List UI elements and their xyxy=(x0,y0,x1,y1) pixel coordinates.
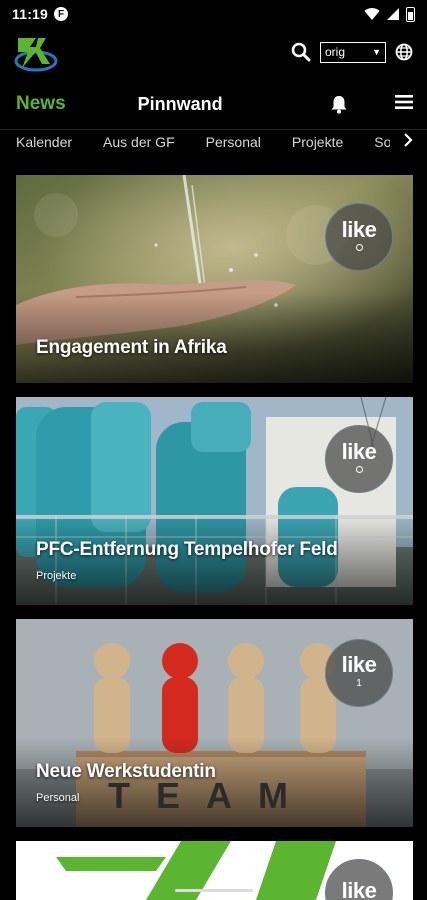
language-select-value: orig xyxy=(325,45,346,59)
language-select[interactable]: orig ▼ xyxy=(320,41,386,63)
app-notification-icon: F xyxy=(54,7,69,21)
main-nav: News Pinnwand xyxy=(0,82,427,126)
globe-icon[interactable] xyxy=(395,43,413,61)
wifi-icon xyxy=(364,8,380,20)
tab-projekte[interactable]: Projekte xyxy=(292,134,343,150)
top-bar: K orig ▼ xyxy=(0,28,427,76)
battery-icon xyxy=(406,6,415,22)
chevron-down-icon: ▼ xyxy=(372,47,381,57)
like-label: like xyxy=(341,439,377,464)
bell-icon[interactable] xyxy=(329,94,349,114)
home-indicator[interactable] xyxy=(175,889,253,892)
like-label: like xyxy=(341,651,377,677)
like-indicator-icon xyxy=(355,244,363,251)
top-actions: orig ▼ xyxy=(291,41,413,63)
like-label: like xyxy=(341,217,377,242)
menu-icon[interactable] xyxy=(395,94,413,110)
tab-news[interactable]: News xyxy=(16,93,66,115)
tab-kalender[interactable]: Kalender xyxy=(16,134,72,150)
like-label: like xyxy=(341,878,377,900)
tab-partial[interactable]: So xyxy=(374,134,390,150)
news-card[interactable]: like PFC-Entfernung Tempelhofer Feld Pro… xyxy=(16,397,413,605)
status-time: 11:19 xyxy=(12,6,49,22)
signal-icon xyxy=(387,8,399,20)
chevron-right-icon[interactable] xyxy=(403,132,413,148)
card-title: Engagement in Afrika xyxy=(36,337,227,358)
like-count: 1 xyxy=(356,677,362,689)
card-title: PFC-Entfernung Tempelhofer Feld xyxy=(36,539,338,560)
tab-pinnwand[interactable]: Pinnwand xyxy=(138,94,223,115)
search-icon[interactable] xyxy=(291,42,311,62)
like-button[interactable]: like xyxy=(325,203,393,271)
card-category: Personal xyxy=(36,792,80,804)
like-button[interactable]: like 1 xyxy=(325,639,393,707)
card-title: Neue Werkstudentin xyxy=(36,761,216,782)
app-logo[interactable]: K xyxy=(14,32,58,72)
status-bar: 11:19 F xyxy=(0,0,427,28)
like-indicator-icon xyxy=(355,466,363,473)
tab-personal[interactable]: Personal xyxy=(206,134,261,150)
tab-aus-der-gf[interactable]: Aus der GF xyxy=(103,134,175,150)
status-icons xyxy=(364,6,415,22)
news-card[interactable]: TEAM like 1 Neue Werkstudentin Personal xyxy=(16,619,413,827)
news-card[interactable]: like Engagement in Afrika xyxy=(16,175,413,383)
category-tab-list: Kalender Aus der GF Personal Projekte So xyxy=(0,134,390,150)
card-category: Projekte xyxy=(36,570,77,582)
like-button[interactable]: like xyxy=(325,425,393,493)
category-tabs: Kalender Aus der GF Personal Projekte So xyxy=(0,129,427,153)
